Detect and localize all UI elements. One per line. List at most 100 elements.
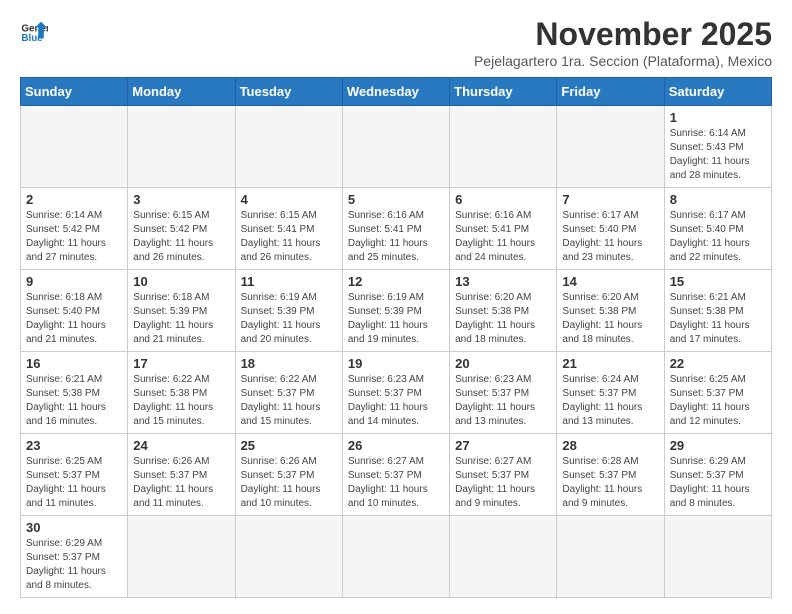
day-info: Sunrise: 6:19 AMSunset: 5:39 PMDaylight:… <box>348 291 444 347</box>
day-number: 29 <box>670 438 766 453</box>
day-cell: 3Sunrise: 6:15 AMSunset: 5:42 PMDaylight… <box>128 188 235 270</box>
day-info: Sunrise: 6:24 AMSunset: 5:37 PMDaylight:… <box>562 373 658 429</box>
day-info: Sunrise: 6:15 AMSunset: 5:41 PMDaylight:… <box>241 209 337 265</box>
day-number: 4 <box>241 192 337 207</box>
week-row-5: 30Sunrise: 6:29 AMSunset: 5:37 PMDayligh… <box>21 516 772 598</box>
day-info: Sunrise: 6:14 AMSunset: 5:42 PMDaylight:… <box>26 209 122 265</box>
day-number: 26 <box>348 438 444 453</box>
day-info: Sunrise: 6:23 AMSunset: 5:37 PMDaylight:… <box>348 373 444 429</box>
day-cell: 28Sunrise: 6:28 AMSunset: 5:37 PMDayligh… <box>557 434 664 516</box>
day-number: 28 <box>562 438 658 453</box>
day-number: 11 <box>241 274 337 289</box>
day-cell <box>664 516 771 598</box>
weekday-header-tuesday: Tuesday <box>235 78 342 106</box>
day-number: 3 <box>133 192 229 207</box>
day-info: Sunrise: 6:21 AMSunset: 5:38 PMDaylight:… <box>670 291 766 347</box>
calendar: SundayMondayTuesdayWednesdayThursdayFrid… <box>20 77 772 598</box>
day-cell <box>21 106 128 188</box>
day-number: 25 <box>241 438 337 453</box>
day-info: Sunrise: 6:26 AMSunset: 5:37 PMDaylight:… <box>133 455 229 511</box>
week-row-2: 9 Sunrise: 6:18 AMSunset: 5:40 PMDaylight… <box>21 270 772 352</box>
day-cell: 4 Sunrise: 6:15 AMSunset: 5:41 PMDaylight… <box>235 188 342 270</box>
weekday-header-friday: Friday <box>557 78 664 106</box>
day-number: 17 <box>133 356 229 371</box>
day-number: 21 <box>562 356 658 371</box>
day-info: Sunrise: 6:27 AMSunset: 5:37 PMDaylight:… <box>348 455 444 511</box>
day-cell: 7Sunrise: 6:17 AMSunset: 5:40 PMDaylight… <box>557 188 664 270</box>
day-cell: 24 Sunrise: 6:26 AMSunset: 5:37 PMDayligh… <box>128 434 235 516</box>
weekday-header-saturday: Saturday <box>664 78 771 106</box>
month-title: November 2025 <box>474 16 772 53</box>
day-cell: 26 Sunrise: 6:27 AMSunset: 5:37 PMDayligh… <box>342 434 449 516</box>
day-cell <box>557 106 664 188</box>
day-cell: 1 Sunrise: 6:14 AMSunset: 5:43 PMDaylight… <box>664 106 771 188</box>
day-cell: 6 Sunrise: 6:16 AMSunset: 5:41 PMDaylight… <box>450 188 557 270</box>
day-info: Sunrise: 6:25 AMSunset: 5:37 PMDaylight:… <box>26 455 122 511</box>
day-number: 7 <box>562 192 658 207</box>
day-info: Sunrise: 6:27 AMSunset: 5:37 PMDaylight:… <box>455 455 551 511</box>
day-cell <box>557 516 664 598</box>
day-cell: 15 Sunrise: 6:21 AMSunset: 5:38 PMDayligh… <box>664 270 771 352</box>
day-number: 15 <box>670 274 766 289</box>
day-number: 2 <box>26 192 122 207</box>
day-cell: 30Sunrise: 6:29 AMSunset: 5:37 PMDayligh… <box>21 516 128 598</box>
day-cell <box>450 106 557 188</box>
day-info: Sunrise: 6:21 AMSunset: 5:38 PMDaylight:… <box>26 373 122 429</box>
weekday-header-wednesday: Wednesday <box>342 78 449 106</box>
day-info: Sunrise: 6:29 AMSunset: 5:37 PMDaylight:… <box>670 455 766 511</box>
week-row-4: 23Sunrise: 6:25 AMSunset: 5:37 PMDayligh… <box>21 434 772 516</box>
day-cell: 8 Sunrise: 6:17 AMSunset: 5:40 PMDaylight… <box>664 188 771 270</box>
day-cell <box>235 516 342 598</box>
day-cell: 20 Sunrise: 6:23 AMSunset: 5:37 PMDayligh… <box>450 352 557 434</box>
day-number: 9 <box>26 274 122 289</box>
logo: General Blue <box>20 16 48 44</box>
day-cell: 23Sunrise: 6:25 AMSunset: 5:37 PMDayligh… <box>21 434 128 516</box>
day-number: 19 <box>348 356 444 371</box>
day-number: 27 <box>455 438 551 453</box>
day-info: Sunrise: 6:23 AMSunset: 5:37 PMDaylight:… <box>455 373 551 429</box>
day-cell: 5 Sunrise: 6:16 AMSunset: 5:41 PMDaylight… <box>342 188 449 270</box>
day-info: Sunrise: 6:16 AMSunset: 5:41 PMDaylight:… <box>455 209 551 265</box>
day-cell: 18Sunrise: 6:22 AMSunset: 5:37 PMDayligh… <box>235 352 342 434</box>
day-number: 6 <box>455 192 551 207</box>
week-row-0: 1 Sunrise: 6:14 AMSunset: 5:43 PMDaylight… <box>21 106 772 188</box>
day-cell: 11 Sunrise: 6:19 AMSunset: 5:39 PMDayligh… <box>235 270 342 352</box>
weekday-header-row: SundayMondayTuesdayWednesdayThursdayFrid… <box>21 78 772 106</box>
day-cell: 19 Sunrise: 6:23 AMSunset: 5:37 PMDayligh… <box>342 352 449 434</box>
day-number: 10 <box>133 274 229 289</box>
day-cell: 2 Sunrise: 6:14 AMSunset: 5:42 PMDaylight… <box>21 188 128 270</box>
day-cell: 13Sunrise: 6:20 AMSunset: 5:38 PMDayligh… <box>450 270 557 352</box>
day-number: 13 <box>455 274 551 289</box>
day-info: Sunrise: 6:19 AMSunset: 5:39 PMDaylight:… <box>241 291 337 347</box>
day-number: 22 <box>670 356 766 371</box>
day-cell: 29 Sunrise: 6:29 AMSunset: 5:37 PMDayligh… <box>664 434 771 516</box>
day-info: Sunrise: 6:14 AMSunset: 5:43 PMDaylight:… <box>670 127 766 183</box>
logo-icon: General Blue <box>20 16 48 44</box>
day-cell: 21 Sunrise: 6:24 AMSunset: 5:37 PMDayligh… <box>557 352 664 434</box>
day-info: Sunrise: 6:16 AMSunset: 5:41 PMDaylight:… <box>348 209 444 265</box>
day-cell <box>235 106 342 188</box>
day-info: Sunrise: 6:22 AMSunset: 5:38 PMDaylight:… <box>133 373 229 429</box>
week-row-3: 16 Sunrise: 6:21 AMSunset: 5:38 PMDayligh… <box>21 352 772 434</box>
weekday-header-sunday: Sunday <box>21 78 128 106</box>
day-info: Sunrise: 6:20 AMSunset: 5:38 PMDaylight:… <box>562 291 658 347</box>
day-number: 30 <box>26 520 122 535</box>
day-number: 20 <box>455 356 551 371</box>
day-cell: 25Sunrise: 6:26 AMSunset: 5:37 PMDayligh… <box>235 434 342 516</box>
day-cell: 22Sunrise: 6:25 AMSunset: 5:37 PMDayligh… <box>664 352 771 434</box>
page-header: General Blue November 2025 Pejelagartero… <box>20 16 772 69</box>
day-cell: 16 Sunrise: 6:21 AMSunset: 5:38 PMDayligh… <box>21 352 128 434</box>
day-info: Sunrise: 6:18 AMSunset: 5:40 PMDaylight:… <box>26 291 122 347</box>
day-number: 24 <box>133 438 229 453</box>
day-cell <box>128 106 235 188</box>
day-info: Sunrise: 6:17 AMSunset: 5:40 PMDaylight:… <box>670 209 766 265</box>
day-number: 8 <box>670 192 766 207</box>
day-number: 5 <box>348 192 444 207</box>
day-cell <box>342 516 449 598</box>
day-cell <box>342 106 449 188</box>
location-subtitle: Pejelagartero 1ra. Seccion (Plataforma),… <box>474 53 772 69</box>
day-number: 16 <box>26 356 122 371</box>
day-cell: 12Sunrise: 6:19 AMSunset: 5:39 PMDayligh… <box>342 270 449 352</box>
day-number: 1 <box>670 110 766 125</box>
day-number: 14 <box>562 274 658 289</box>
